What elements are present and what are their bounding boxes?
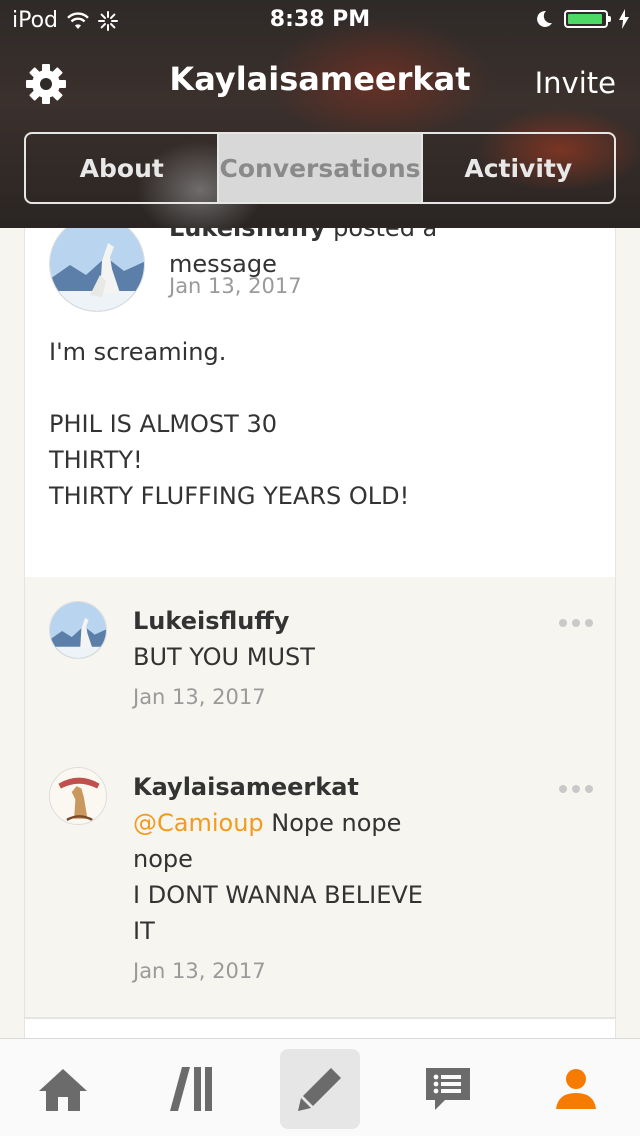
- wolf-avatar-image: [50, 228, 144, 311]
- tab-conversations[interactable]: Conversations: [217, 134, 421, 202]
- tab-activity[interactable]: Activity: [420, 134, 614, 202]
- comment-text-line: IT: [133, 917, 155, 945]
- profile-tabs: About Conversations Activity: [24, 132, 616, 204]
- post-line: PHIL IS ALMOST 30: [49, 410, 277, 438]
- post-date: Jan 13, 2017: [169, 274, 302, 298]
- tab-home[interactable]: [23, 1049, 103, 1129]
- tab-profile[interactable]: [536, 1049, 616, 1129]
- post-action: posted a: [333, 228, 438, 242]
- status-right: [534, 9, 630, 29]
- comment-text: BUT YOU MUST: [133, 643, 315, 671]
- avatar[interactable]: [49, 767, 107, 825]
- next-post-card: [24, 1018, 616, 1038]
- chat-icon: [426, 1068, 470, 1110]
- wolf-avatar-image: [50, 602, 106, 658]
- comment-author[interactable]: Lukeisfluffy: [133, 607, 289, 635]
- invite-button[interactable]: Invite: [535, 66, 616, 100]
- post-body: I'm screaming. PHIL IS ALMOST 30 THIRTY!…: [49, 334, 409, 514]
- post-line: I'm screaming.: [49, 338, 227, 366]
- meerkat-avatar-image: [50, 768, 106, 824]
- tab-messages[interactable]: [408, 1049, 488, 1129]
- profile-icon: [556, 1069, 596, 1109]
- comment-date: Jan 13, 2017: [133, 685, 266, 709]
- post-author[interactable]: Lukeisfluffy: [169, 228, 325, 242]
- comment-text-line: I DONT WANNA BELIEVE: [133, 881, 423, 909]
- home-icon: [39, 1069, 87, 1111]
- conversation-feed[interactable]: Lukeisfluffy posted a message Jan 13, 20…: [24, 228, 616, 1038]
- charging-bolt-icon: [619, 9, 629, 29]
- status-bar: iPod 8:38 PM: [0, 0, 640, 40]
- pencil-icon: [298, 1068, 341, 1111]
- user-mention-link[interactable]: @Camioup: [133, 809, 264, 837]
- profile-header: iPod 8:38 PM Kaylaisameerkat Invite Abou…: [0, 0, 640, 228]
- comment-list: Lukeisfluffy BUT YOU MUST Jan 13, 2017 K…: [24, 577, 616, 1018]
- tab-write[interactable]: [280, 1049, 360, 1129]
- tab-about[interactable]: About: [26, 134, 217, 202]
- message-post: Lukeisfluffy posted a message Jan 13, 20…: [24, 228, 616, 577]
- library-icon: [170, 1067, 212, 1111]
- avatar[interactable]: [49, 601, 107, 659]
- avatar[interactable]: [49, 228, 145, 312]
- tab-library[interactable]: [152, 1049, 232, 1129]
- comment-text: @Camioup Nope nope nope I DONT WANNA BEL…: [133, 805, 433, 949]
- comment-text-part: Nope nope: [263, 809, 402, 837]
- comment-more-options-icon[interactable]: [559, 619, 593, 627]
- battery-icon: [564, 10, 611, 28]
- comment-date: Jan 13, 2017: [133, 959, 266, 983]
- comment-more-options-icon[interactable]: [559, 785, 593, 793]
- post-line: THIRTY!: [49, 446, 143, 474]
- post-line: THIRTY FLUFFING YEARS OLD!: [49, 482, 410, 510]
- bottom-tab-bar: [0, 1038, 640, 1136]
- do-not-disturb-moon-icon: [537, 10, 552, 27]
- comment-text-line: nope: [133, 845, 193, 873]
- comment-author[interactable]: Kaylaisameerkat: [133, 773, 359, 801]
